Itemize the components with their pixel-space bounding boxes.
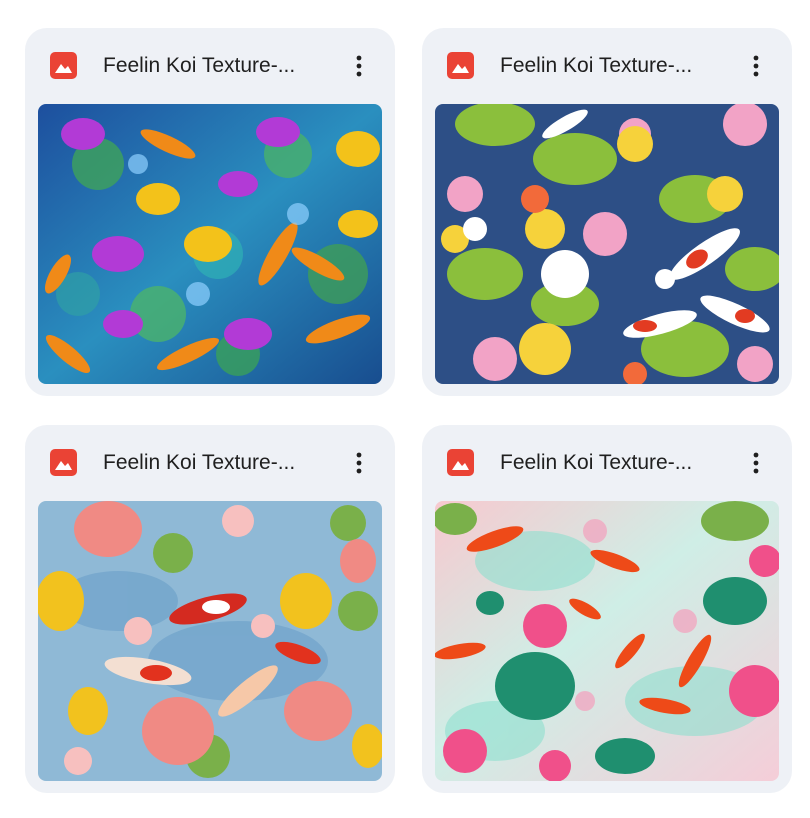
image-file-icon (50, 449, 77, 476)
file-card-header: Feelin Koi Texture-... (25, 28, 395, 104)
more-vert-icon (753, 55, 759, 77)
koi-waterlily-thumbnail-image (435, 104, 779, 384)
file-name: Feelin Koi Texture-... (500, 54, 693, 77)
file-card-header: Feelin Koi Texture-... (25, 425, 395, 501)
more-vert-icon (753, 452, 759, 474)
image-file-icon (50, 52, 77, 79)
file-card[interactable]: Feelin Koi Texture-... (422, 425, 792, 793)
more-vert-icon (356, 55, 362, 77)
file-card[interactable]: Feelin Koi Texture-... (422, 28, 792, 396)
file-name: Feelin Koi Texture-... (103, 451, 296, 474)
more-options-button[interactable] (738, 48, 774, 84)
image-file-icon (447, 449, 474, 476)
file-thumbnail[interactable] (38, 104, 382, 384)
file-thumbnail[interactable] (435, 104, 779, 384)
more-options-button[interactable] (341, 48, 377, 84)
koi-lotus-thumbnail-image (38, 104, 382, 384)
file-card-header: Feelin Koi Texture-... (422, 425, 792, 501)
file-grid: Feelin Koi Texture-... Feelin Koi Textur… (0, 0, 810, 818)
file-card[interactable]: Feelin Koi Texture-... (25, 28, 395, 396)
file-name: Feelin Koi Texture-... (500, 451, 693, 474)
more-vert-icon (356, 452, 362, 474)
image-file-icon (447, 52, 474, 79)
file-thumbnail[interactable] (435, 501, 779, 781)
koi-tulip-thumbnail-image (38, 501, 382, 781)
file-thumbnail[interactable] (38, 501, 382, 781)
koi-watercolor-thumbnail-image (435, 501, 779, 781)
file-card[interactable]: Feelin Koi Texture-... (25, 425, 395, 793)
more-options-button[interactable] (738, 445, 774, 481)
more-options-button[interactable] (341, 445, 377, 481)
file-name: Feelin Koi Texture-... (103, 54, 296, 77)
file-card-header: Feelin Koi Texture-... (422, 28, 792, 104)
